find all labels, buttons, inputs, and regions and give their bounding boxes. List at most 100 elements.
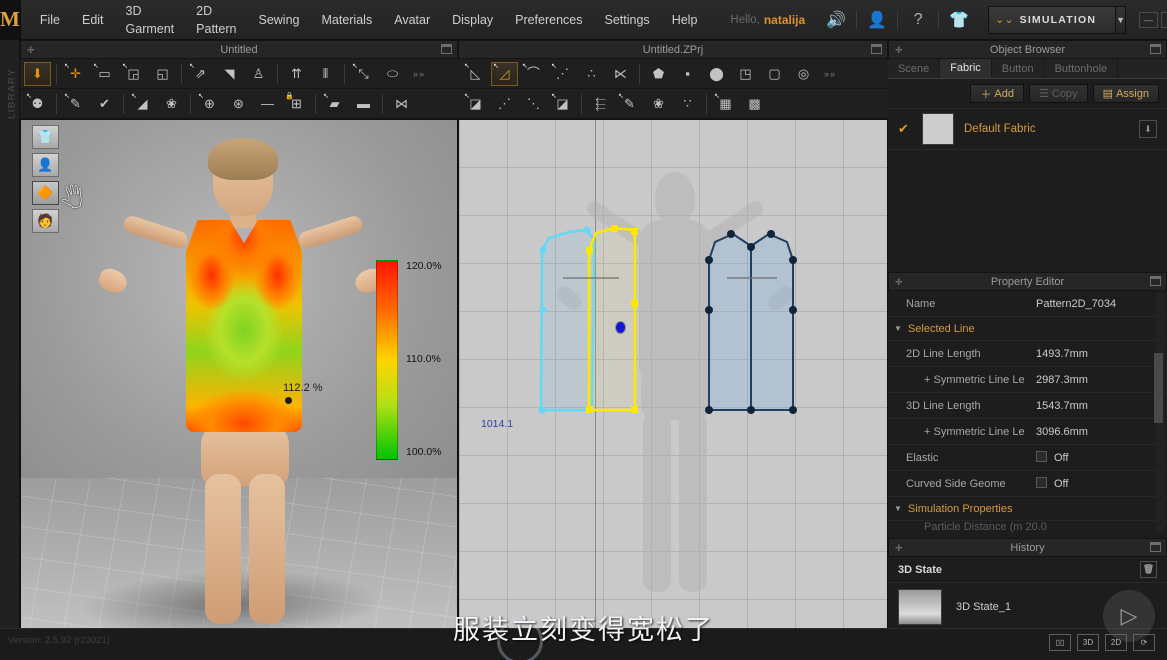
pattern-point[interactable]	[727, 230, 735, 238]
symmetric-tool[interactable]: ⋈	[388, 92, 415, 116]
select-mesh-box-tool[interactable]: ↖ ▭	[91, 62, 118, 86]
scrollbar-thumb[interactable]	[1154, 353, 1163, 423]
scale-tool[interactable]: ∵	[674, 92, 701, 116]
edit-curve-point-tool[interactable]: ↖ ◿	[491, 61, 518, 86]
rectangle-tool[interactable]: ▪	[674, 62, 701, 86]
simulate-tool[interactable]: ⬇	[24, 61, 51, 86]
viewport-3d[interactable]: 👕 👤 🔶 🧑 🖑 112.2 % 120.0% 110.0% 100.0%	[20, 119, 458, 649]
property-group-selected-line[interactable]: ▼ Selected Line	[888, 317, 1167, 341]
menu-materials[interactable]: Materials	[310, 7, 383, 33]
property-value[interactable]: 1543.7mm	[1036, 400, 1088, 412]
pattern-point-selected[interactable]	[631, 406, 638, 413]
library-tab[interactable]: LIBRARY	[0, 40, 20, 660]
show-texture-toggle[interactable]: 🔶	[32, 181, 59, 205]
property-editor-scrollbar[interactable]	[1154, 293, 1165, 533]
float-window-icon[interactable]	[441, 44, 452, 54]
speaker-icon[interactable]: 🔊	[821, 7, 851, 33]
pattern-point-selected[interactable]	[611, 225, 618, 232]
float-window-icon[interactable]	[1150, 44, 1161, 54]
garment-icon[interactable]: 👕	[944, 7, 974, 33]
property-value[interactable]: 3096.6mm	[1036, 426, 1088, 438]
pattern-point-selected[interactable]	[631, 228, 638, 235]
minimize-button[interactable]: —	[1139, 11, 1159, 28]
lock-length-tool[interactable]: 🔒 ⊞	[283, 92, 310, 116]
zipper-tool[interactable]: ⦀	[312, 62, 339, 86]
baking-tool[interactable]: ▩	[741, 92, 768, 116]
check-icon[interactable]: ✔	[898, 121, 912, 137]
avatar-pose-tool[interactable]: ↖ ⚉	[24, 92, 51, 116]
straight-length-tool[interactable]: —	[254, 92, 281, 116]
mirror-tool[interactable]: ⋉	[607, 62, 634, 86]
pattern-point[interactable]	[539, 306, 547, 314]
history-thumbnail[interactable]	[898, 589, 942, 625]
pattern-point[interactable]	[789, 406, 797, 414]
pin-icon[interactable]: ✛	[895, 46, 903, 55]
selected-point-handle[interactable]	[616, 322, 625, 333]
select-mesh-tool[interactable]: ↖ ◲	[120, 62, 147, 86]
circle-tool[interactable]: ⬤	[703, 62, 730, 86]
property-value-elastic[interactable]: Off	[1036, 451, 1068, 464]
circumference-surface-tool[interactable]: ⊛	[225, 92, 252, 116]
stress-point-marker[interactable]	[285, 397, 292, 404]
menu-edit[interactable]: Edit	[71, 7, 115, 33]
float-window-icon[interactable]	[1150, 276, 1161, 286]
color-dot-tool[interactable]: ❀	[158, 92, 185, 116]
pattern-piece-front-selected[interactable]	[587, 226, 637, 412]
pattern-point[interactable]	[767, 230, 775, 238]
property-value[interactable]: 2987.3mm	[1036, 374, 1088, 386]
pin-icon[interactable]: ✛	[895, 544, 903, 553]
pattern-point[interactable]	[583, 226, 591, 234]
pattern-piece-back[interactable]	[539, 228, 596, 412]
property-group-simulation-properties[interactable]: ▼ Simulation Properties	[888, 497, 1167, 521]
internal-rectangle-tool[interactable]: ▢	[761, 62, 788, 86]
assign-fabric-button[interactable]: ▤ Assign	[1092, 84, 1159, 103]
pattern-point[interactable]	[789, 256, 797, 264]
tab-button[interactable]: Button	[992, 59, 1045, 78]
x-ray-joint-tool[interactable]: ✔	[91, 92, 118, 116]
button-tool[interactable]: ⬭	[379, 62, 406, 86]
sew-m-n-tool[interactable]: ⋱	[520, 92, 547, 116]
segment-sewing-tool[interactable]: ↖ ⤡	[350, 62, 377, 86]
avatar-3d[interactable]	[95, 138, 387, 624]
maximize-button[interactable]: ▣	[1161, 11, 1167, 28]
pattern-point-selected[interactable]	[631, 300, 638, 307]
sew-segment-tool[interactable]: ↖ ◪	[462, 92, 489, 116]
viewport-2d[interactable]: 1014.1	[458, 119, 888, 649]
view-3d-button[interactable]: 3D	[1077, 634, 1099, 651]
polygon-tool[interactable]: ⬟	[645, 62, 672, 86]
pattern-point[interactable]	[539, 246, 547, 254]
measure-tape-tool[interactable]: ↖ ◢	[129, 92, 156, 116]
split-view-button[interactable]: ▯▯	[1049, 634, 1071, 651]
menu-3d-garment[interactable]: 3D Garment	[115, 0, 186, 42]
fold-arrange-tool[interactable]: ◱	[149, 62, 176, 86]
sew-free-tool[interactable]: ⋰	[491, 92, 518, 116]
tack-tool[interactable]: ◥	[216, 62, 243, 86]
pattern-point[interactable]	[705, 406, 713, 414]
simulation-mode-selector[interactable]: ⌄⌄ SIMULATION	[988, 5, 1117, 34]
internal-circle-tool[interactable]: ◎	[790, 62, 817, 86]
user-icon[interactable]: 👤	[862, 7, 892, 33]
menu-settings[interactable]: Settings	[594, 7, 661, 33]
show-skin-toggle[interactable]: 🧑	[32, 209, 59, 233]
pattern-point[interactable]	[705, 256, 713, 264]
pin-tool[interactable]: ↖ ⇗	[187, 62, 214, 86]
iron-tool[interactable]: ⬱	[587, 92, 614, 116]
menu-file[interactable]: File	[29, 7, 71, 33]
edit-sewing-tool[interactable]: ↖ ◪	[549, 92, 576, 116]
gather-tool[interactable]: ⇈	[283, 62, 310, 86]
box-tool[interactable]: ▬	[350, 92, 377, 116]
property-value[interactable]: 1493.7mm	[1036, 348, 1088, 360]
help-icon[interactable]: ?	[903, 7, 933, 33]
show-avatar-tool[interactable]: ↖ ▰	[321, 92, 348, 116]
add-point-divide-tool[interactable]: ↖ ⋰	[549, 62, 576, 86]
save-fabric-icon[interactable]: ⬇	[1139, 120, 1157, 138]
pin-icon[interactable]: ✛	[895, 278, 903, 287]
tab-fabric[interactable]: Fabric	[940, 59, 992, 78]
pattern-pieces-svg[interactable]	[459, 120, 888, 649]
delete-state-icon[interactable]: 🗑	[1140, 561, 1157, 578]
pleat-tool[interactable]: ↖ ✎	[616, 92, 643, 116]
menu-avatar[interactable]: Avatar	[383, 7, 441, 33]
toolbar-more-2d-row1[interactable]: »»	[824, 69, 836, 79]
edit-curvature-tool[interactable]: ↖ ⌒	[520, 62, 547, 86]
menu-2d-pattern[interactable]: 2D Pattern	[185, 0, 247, 42]
